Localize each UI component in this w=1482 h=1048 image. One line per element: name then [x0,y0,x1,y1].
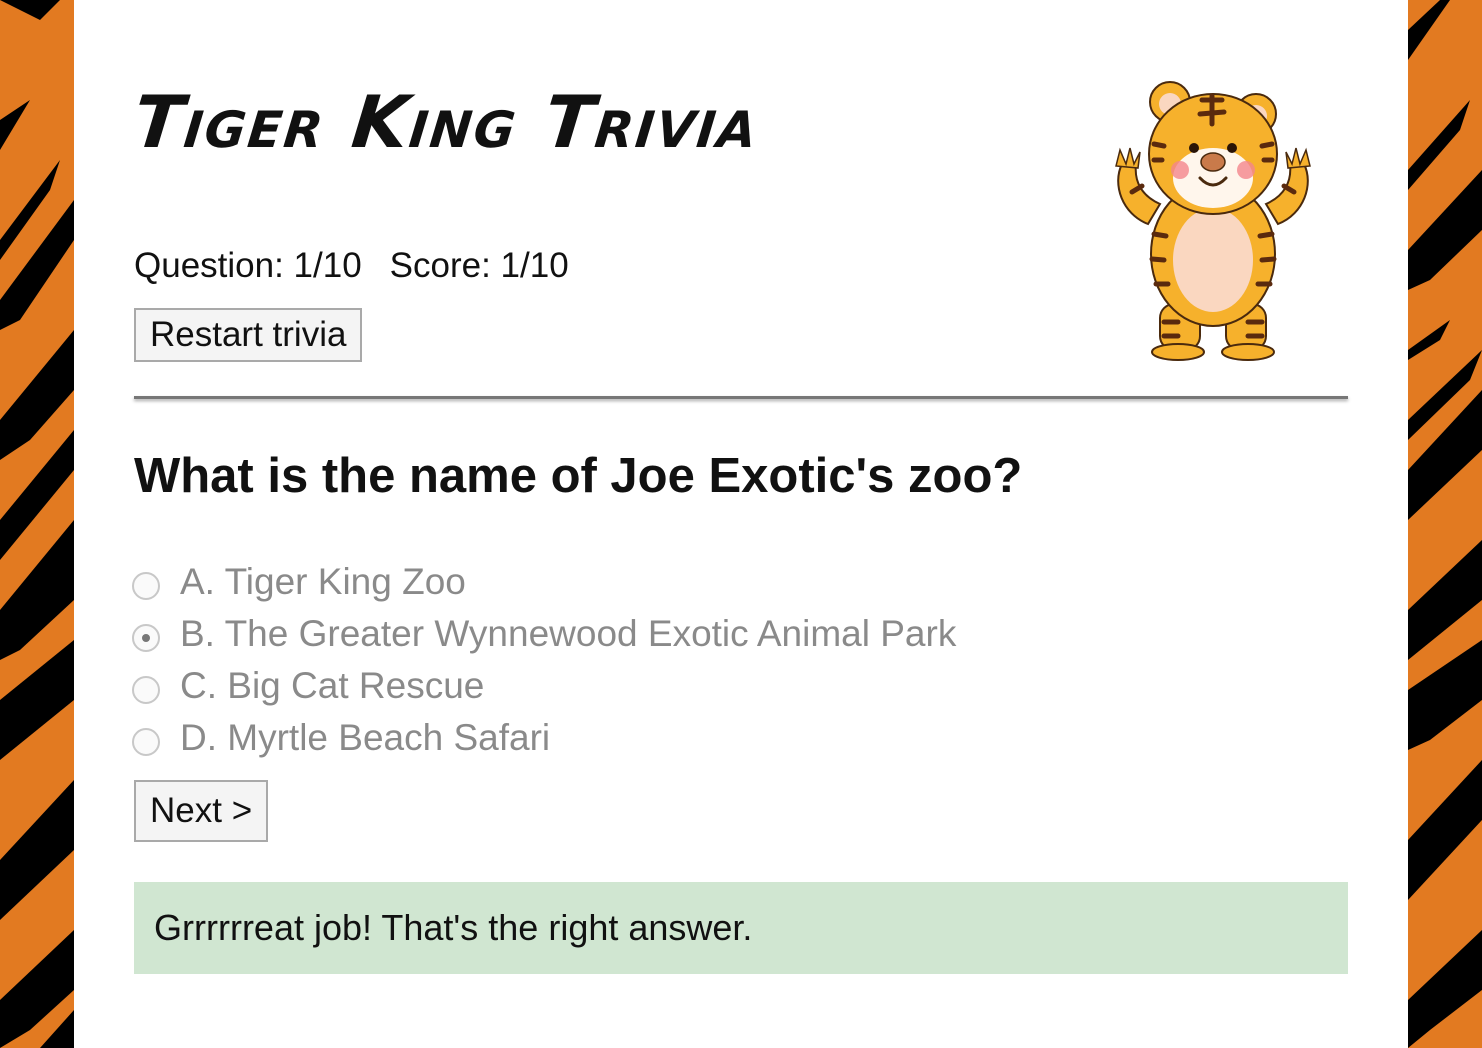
answer-option-b[interactable]: B. The Greater Wynnewood Exotic Animal P… [132,608,956,660]
restart-button[interactable]: Restart trivia [134,308,363,362]
answer-option-c[interactable]: C. Big Cat Rescue [132,660,956,712]
radio-button-a[interactable] [132,572,160,600]
answer-option-d[interactable]: D. Myrtle Beach Safari [132,712,956,764]
radio-button-c[interactable] [132,676,160,704]
radio-button-d[interactable] [132,728,160,756]
answer-option-label: C. Big Cat Rescue [180,665,485,706]
answer-option-label: A. Tiger King Zoo [180,561,466,602]
answer-options: A. Tiger King Zoo B. The Greater Wynnewo… [132,556,956,764]
answer-option-a[interactable]: A. Tiger King Zoo [132,556,956,608]
next-button[interactable]: Next > [134,780,269,842]
radio-button-b[interactable] [132,624,160,652]
quiz-stats: Question: 1/10 Score: 1/10 [134,246,569,286]
answer-option-label: B. The Greater Wynnewood Exotic Animal P… [180,613,957,654]
question-text: What is the name of Joe Exotic's zoo? [134,449,1023,503]
question-counter: Question: 1/10 [134,246,362,285]
tiger-mascot-icon [1115,81,1311,361]
feedback-message: Grrrrrreat job! That's the right answer. [134,882,1348,974]
answer-option-label: D. Myrtle Beach Safari [180,717,551,758]
score-counter: Score: 1/10 [389,246,569,285]
section-divider [134,396,1348,399]
trivia-panel: Tiger King Trivia Question: 1/10 Score: 1… [74,0,1408,1048]
page-title: Tiger King Trivia [129,80,764,164]
